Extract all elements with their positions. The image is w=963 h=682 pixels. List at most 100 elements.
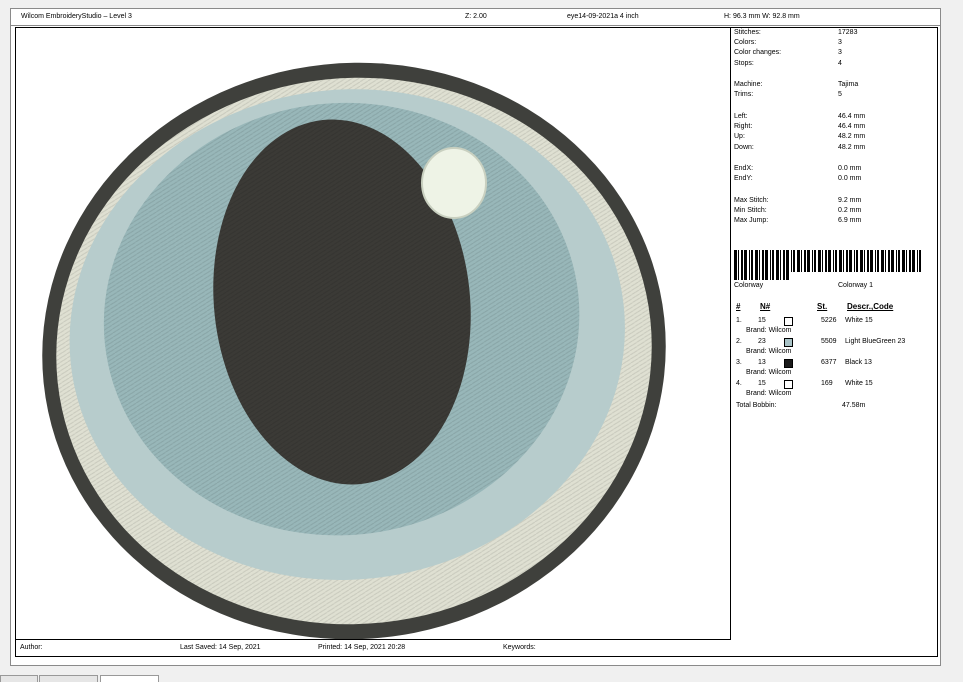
- color-stitches: 169: [821, 380, 833, 387]
- barcode-bar: [797, 250, 800, 272]
- stat-key: EndY:: [734, 175, 753, 182]
- barcode-bar: [786, 250, 789, 280]
- color-number: 23: [758, 338, 766, 345]
- stat-row: EndY: 0.0 mm: [734, 174, 934, 185]
- barcode-bar: [818, 250, 821, 272]
- barcode-bar: [835, 250, 837, 272]
- barcode-bar: [770, 250, 771, 280]
- color-description: White 15: [845, 317, 873, 324]
- brand-label: Brand: Wilcom: [746, 348, 792, 355]
- stat-key: Machine:: [734, 81, 763, 88]
- barcode-bar: [751, 250, 753, 280]
- stat-key: Right:: [734, 123, 753, 130]
- barcode-bar: [759, 250, 760, 280]
- barcode-bar: [762, 250, 764, 280]
- barcode-bar: [807, 250, 810, 272]
- barcode-bar: [741, 250, 743, 280]
- col-number: N#: [760, 302, 771, 311]
- barcode-bar: [814, 250, 816, 272]
- barcode-bar: [881, 250, 884, 272]
- stitch-info-panel: Stitches: 17283 Colors: 3 Color changes: 3 Sto…: [734, 28, 934, 639]
- barcode-bar: [898, 250, 900, 272]
- color-swatch: [784, 338, 793, 347]
- barcode-bar: [825, 250, 827, 272]
- stat-value: 0.0 mm: [838, 175, 862, 182]
- stat-value: 0.0 mm: [838, 165, 862, 172]
- brand-label: Brand: Wilcom: [746, 369, 792, 376]
- stat-value: 3: [838, 39, 842, 46]
- barcode-bar: [860, 250, 863, 272]
- color-stitches: 5226: [821, 317, 837, 324]
- col-index: #: [736, 302, 741, 311]
- barcode-bar: [749, 250, 750, 280]
- barcode-bar: [906, 250, 907, 272]
- barcode-bar: [919, 250, 921, 272]
- barcode-bar: [839, 250, 842, 272]
- stat-key: Color changes:: [734, 49, 782, 56]
- barcode-bar: [877, 250, 879, 272]
- file-name: eye14-09-2021a 4 inch: [567, 13, 639, 20]
- color-number: 13: [758, 359, 766, 366]
- barcode-bar: [849, 250, 852, 272]
- color-index: 1.: [736, 317, 742, 324]
- stat-row: Trims: 5: [734, 90, 934, 101]
- color-index: 2.: [736, 338, 742, 345]
- color-swatch: [784, 359, 793, 368]
- stat-value: 9.2 mm: [838, 197, 862, 204]
- last-saved: Last Saved: 14 Sep, 2021: [180, 644, 261, 651]
- stat-key: Stops:: [734, 60, 754, 67]
- stat-value: 46.4 mm: [838, 123, 866, 130]
- color-number: 15: [758, 317, 766, 324]
- color-row: 4. 15 169 White 15 Brand: Wilcom: [734, 379, 934, 400]
- stat-value: 4: [838, 60, 842, 67]
- stat-value: 5: [838, 91, 842, 98]
- stat-key: Trims:: [734, 91, 754, 98]
- stat-key: Max Stitch:: [734, 197, 769, 204]
- barcode-bar: [791, 250, 792, 272]
- barcode-bar: [896, 250, 897, 272]
- color-swatch: [784, 380, 793, 389]
- stat-row: Stops: 4: [734, 59, 934, 70]
- color-index: 4.: [736, 380, 742, 387]
- barcode-bar: [864, 250, 865, 272]
- stat-value: 48.2 mm: [838, 144, 866, 151]
- barcode-bar: [804, 250, 806, 272]
- stat-key: Max Jump:: [734, 217, 769, 224]
- barcode-bar: [917, 250, 918, 272]
- barcode-bar: [812, 250, 813, 272]
- colorway-row: Colorway Colorway 1: [734, 281, 934, 292]
- total-bobbin-value: 47.58m: [842, 402, 866, 409]
- color-description: White 15: [845, 380, 873, 387]
- barcode-bar: [902, 250, 905, 272]
- barcode-bar: [885, 250, 886, 272]
- stat-value: 0.2 mm: [838, 207, 862, 214]
- design-dimensions: H: 96.3 mm W: 92.8 mm: [724, 13, 800, 20]
- stat-row: Up: 48.2 mm: [734, 132, 934, 143]
- worksheet-frame: Stitches: 17283 Colors: 3 Color changes: 3 Sto…: [15, 27, 938, 657]
- brand-label: Brand: Wilcom: [746, 390, 792, 397]
- barcode-bar: [801, 250, 802, 272]
- color-row: 3. 13 6377 Black 13 Brand: Wilcom: [734, 358, 934, 379]
- bottom-tab-strip: [0, 674, 963, 682]
- barcode-bar: [755, 250, 758, 280]
- stat-row: Color changes: 3: [734, 48, 934, 59]
- color-stitches: 6377: [821, 359, 837, 366]
- colorway-value: Colorway 1: [838, 282, 874, 289]
- color-row: 1. 15 5226 White 15 Brand: Wilcom: [734, 316, 934, 337]
- barcode-bar: [744, 250, 747, 280]
- barcode-bar: [875, 250, 876, 272]
- color-description: Black 13: [845, 359, 872, 366]
- color-description: Light BlueGreen 23: [845, 338, 906, 345]
- stat-value: Tajima: [838, 81, 859, 88]
- keywords-label: Keywords:: [503, 644, 536, 651]
- stat-key: Colors:: [734, 39, 757, 46]
- barcode-bar: [846, 250, 848, 272]
- color-row: 2. 23 5509 Light BlueGreen 23 Brand: Wilcom: [734, 337, 934, 358]
- color-number: 15: [758, 380, 766, 387]
- stat-key: Up:: [734, 133, 745, 140]
- col-stitches: St.: [817, 302, 828, 311]
- barcode-bar: [854, 250, 855, 272]
- stat-key: Left:: [734, 113, 748, 120]
- stat-value: 6.9 mm: [838, 217, 862, 224]
- barcode-bar: [828, 250, 831, 272]
